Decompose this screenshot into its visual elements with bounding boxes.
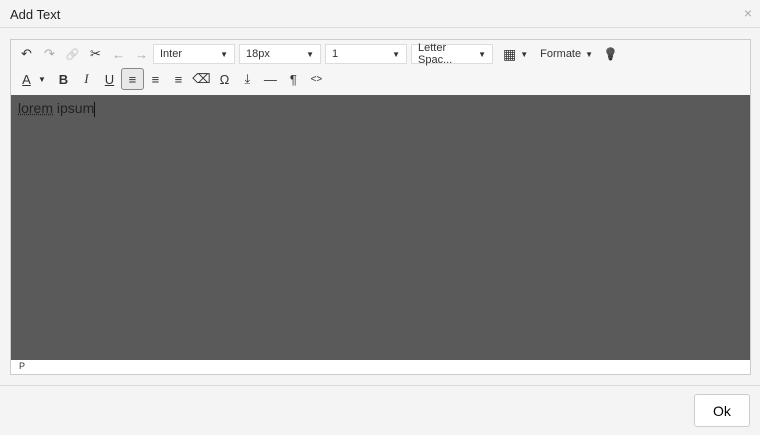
editor-content[interactable]: lorem ipsum xyxy=(11,95,750,360)
formats-dropdown[interactable]: Formate ▼ xyxy=(540,48,593,60)
text-cursor xyxy=(94,101,96,117)
dialog-footer: Ok xyxy=(0,385,760,435)
font-size-select[interactable]: 18px ▼ xyxy=(239,44,321,64)
font-family-value: Inter xyxy=(160,48,183,60)
status-bar: P xyxy=(11,359,750,374)
lightbulb-icon[interactable]: 💡 xyxy=(599,43,622,65)
line-height-select[interactable]: 1 ▼ xyxy=(325,44,407,64)
text-word: ipsum xyxy=(53,100,95,116)
chevron-down-icon: ▼ xyxy=(306,49,314,59)
toolbar: ↶ ↷ 🔗 ✂ ← → Inter ▼ 18px ▼ 1 ▼ Letter Spac.… xyxy=(11,40,750,95)
pilcrow-icon[interactable]: ¶ xyxy=(282,68,305,90)
undo-icon[interactable]: ↶ xyxy=(15,43,38,65)
align-right-icon[interactable]: ≡ xyxy=(167,68,190,90)
dialog-title: Add Text xyxy=(10,7,61,22)
horizontal-rule-icon[interactable]: — xyxy=(259,68,282,90)
insert-icon[interactable]: ⤓ xyxy=(236,68,259,90)
link-icon[interactable]: 🔗 xyxy=(61,43,84,65)
element-path[interactable]: P xyxy=(19,361,25,371)
eraser-icon[interactable]: ⌫ xyxy=(190,68,213,90)
font-size-value: 18px xyxy=(246,48,270,60)
ok-button[interactable]: Ok xyxy=(694,394,750,427)
table-icon: ▦ xyxy=(503,45,517,62)
underline-icon[interactable]: U xyxy=(98,68,121,90)
close-icon[interactable]: × xyxy=(744,5,752,21)
chevron-down-icon: ▼ xyxy=(478,49,486,59)
rich-text-editor: ↶ ↷ 🔗 ✂ ← → Inter ▼ 18px ▼ 1 ▼ Letter Spac.… xyxy=(10,39,751,375)
code-icon[interactable]: <> xyxy=(305,68,328,90)
chevron-down-icon: ▼ xyxy=(585,49,594,59)
unlink-icon[interactable]: ✂ xyxy=(84,43,107,65)
line-height-value: 1 xyxy=(332,48,339,60)
italic-icon[interactable]: I xyxy=(75,68,98,90)
bold-icon[interactable]: B xyxy=(52,68,75,90)
font-color-icon[interactable]: A xyxy=(15,68,38,90)
chevron-down-icon[interactable]: ▼ xyxy=(38,75,46,84)
table-button[interactable]: ▦ ▼ xyxy=(503,46,528,63)
letter-spacing-select[interactable]: Letter Spac... ▼ xyxy=(411,42,493,66)
formats-label: Formate xyxy=(540,48,582,60)
text-word: lorem xyxy=(18,100,54,116)
chevron-down-icon: ▼ xyxy=(392,49,400,59)
letter-spacing-value: Letter Spac... xyxy=(418,42,453,66)
redo-icon[interactable]: ↷ xyxy=(38,43,61,65)
rtl-icon[interactable]: → xyxy=(130,43,153,65)
align-center-icon[interactable]: ≡ xyxy=(144,68,167,90)
dialog-header: Add Text × xyxy=(0,0,760,28)
ltr-icon[interactable]: ← xyxy=(107,43,130,65)
chevron-down-icon: ▼ xyxy=(220,49,228,59)
align-left-icon[interactable]: ≡ xyxy=(120,68,144,90)
font-family-select[interactable]: Inter ▼ xyxy=(153,44,235,64)
omega-icon[interactable]: Ω xyxy=(213,68,236,90)
chevron-down-icon: ▼ xyxy=(520,49,529,59)
